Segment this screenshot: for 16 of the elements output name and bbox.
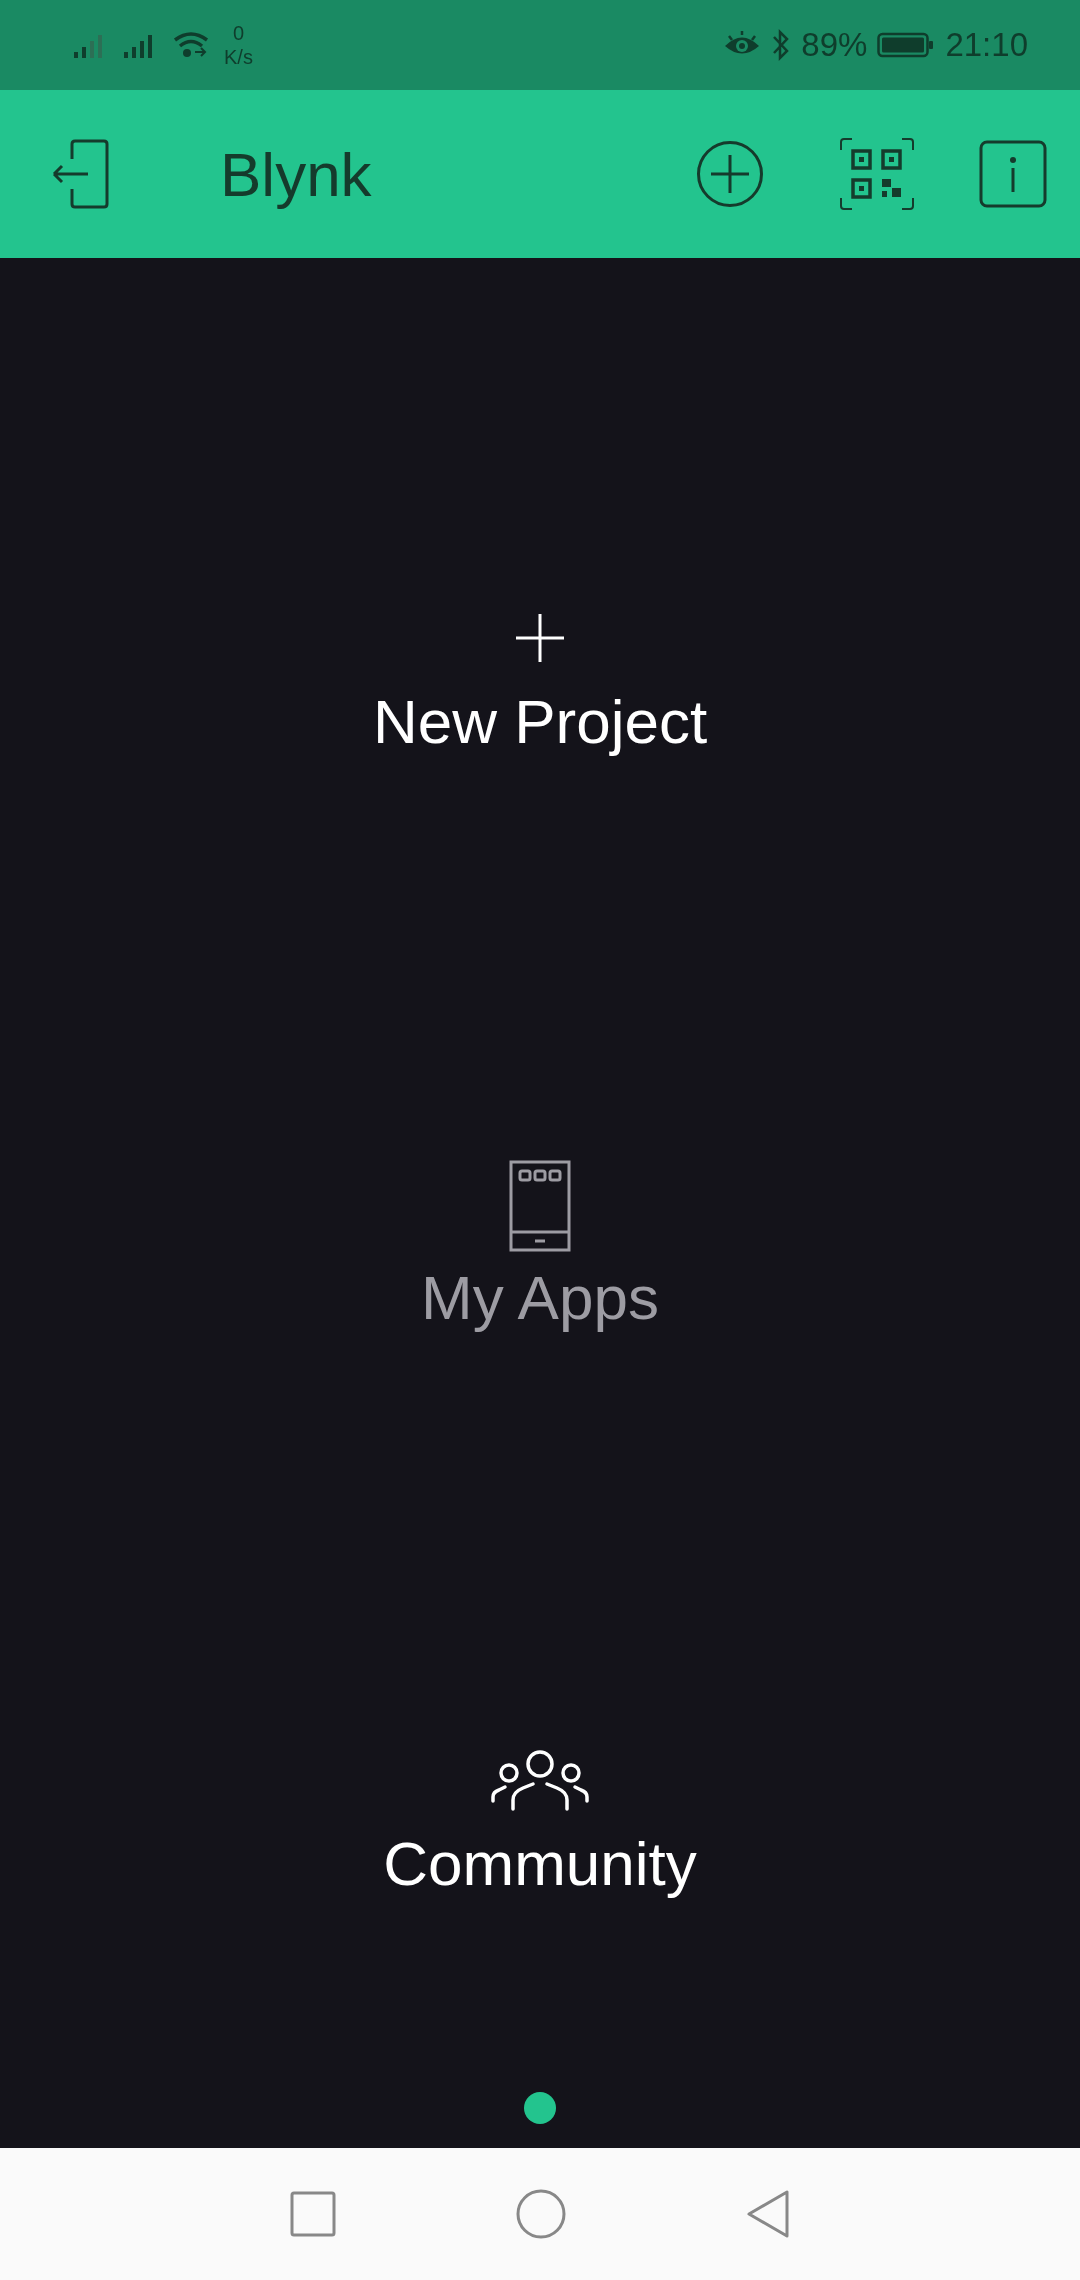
add-icon[interactable] <box>696 140 764 208</box>
logout-icon[interactable] <box>52 139 112 209</box>
qr-code-icon[interactable] <box>840 138 914 210</box>
back-icon[interactable] <box>746 2189 790 2239</box>
wifi-icon <box>172 30 210 60</box>
clock: 21:10 <box>945 26 1028 64</box>
net-speed-unit: K/s <box>224 45 253 69</box>
info-icon[interactable] <box>979 140 1047 208</box>
menu-item[interactable]: New Project <box>372 684 708 760</box>
app-title: Blynk <box>220 138 372 210</box>
home-icon[interactable] <box>516 2189 566 2239</box>
net-speed-value: 0 <box>232 21 244 45</box>
battery-icon <box>877 31 936 59</box>
battery-percent: 89% <box>801 26 868 64</box>
recents-icon[interactable] <box>290 2191 336 2237</box>
menu-item[interactable]: Community <box>383 1826 697 1902</box>
